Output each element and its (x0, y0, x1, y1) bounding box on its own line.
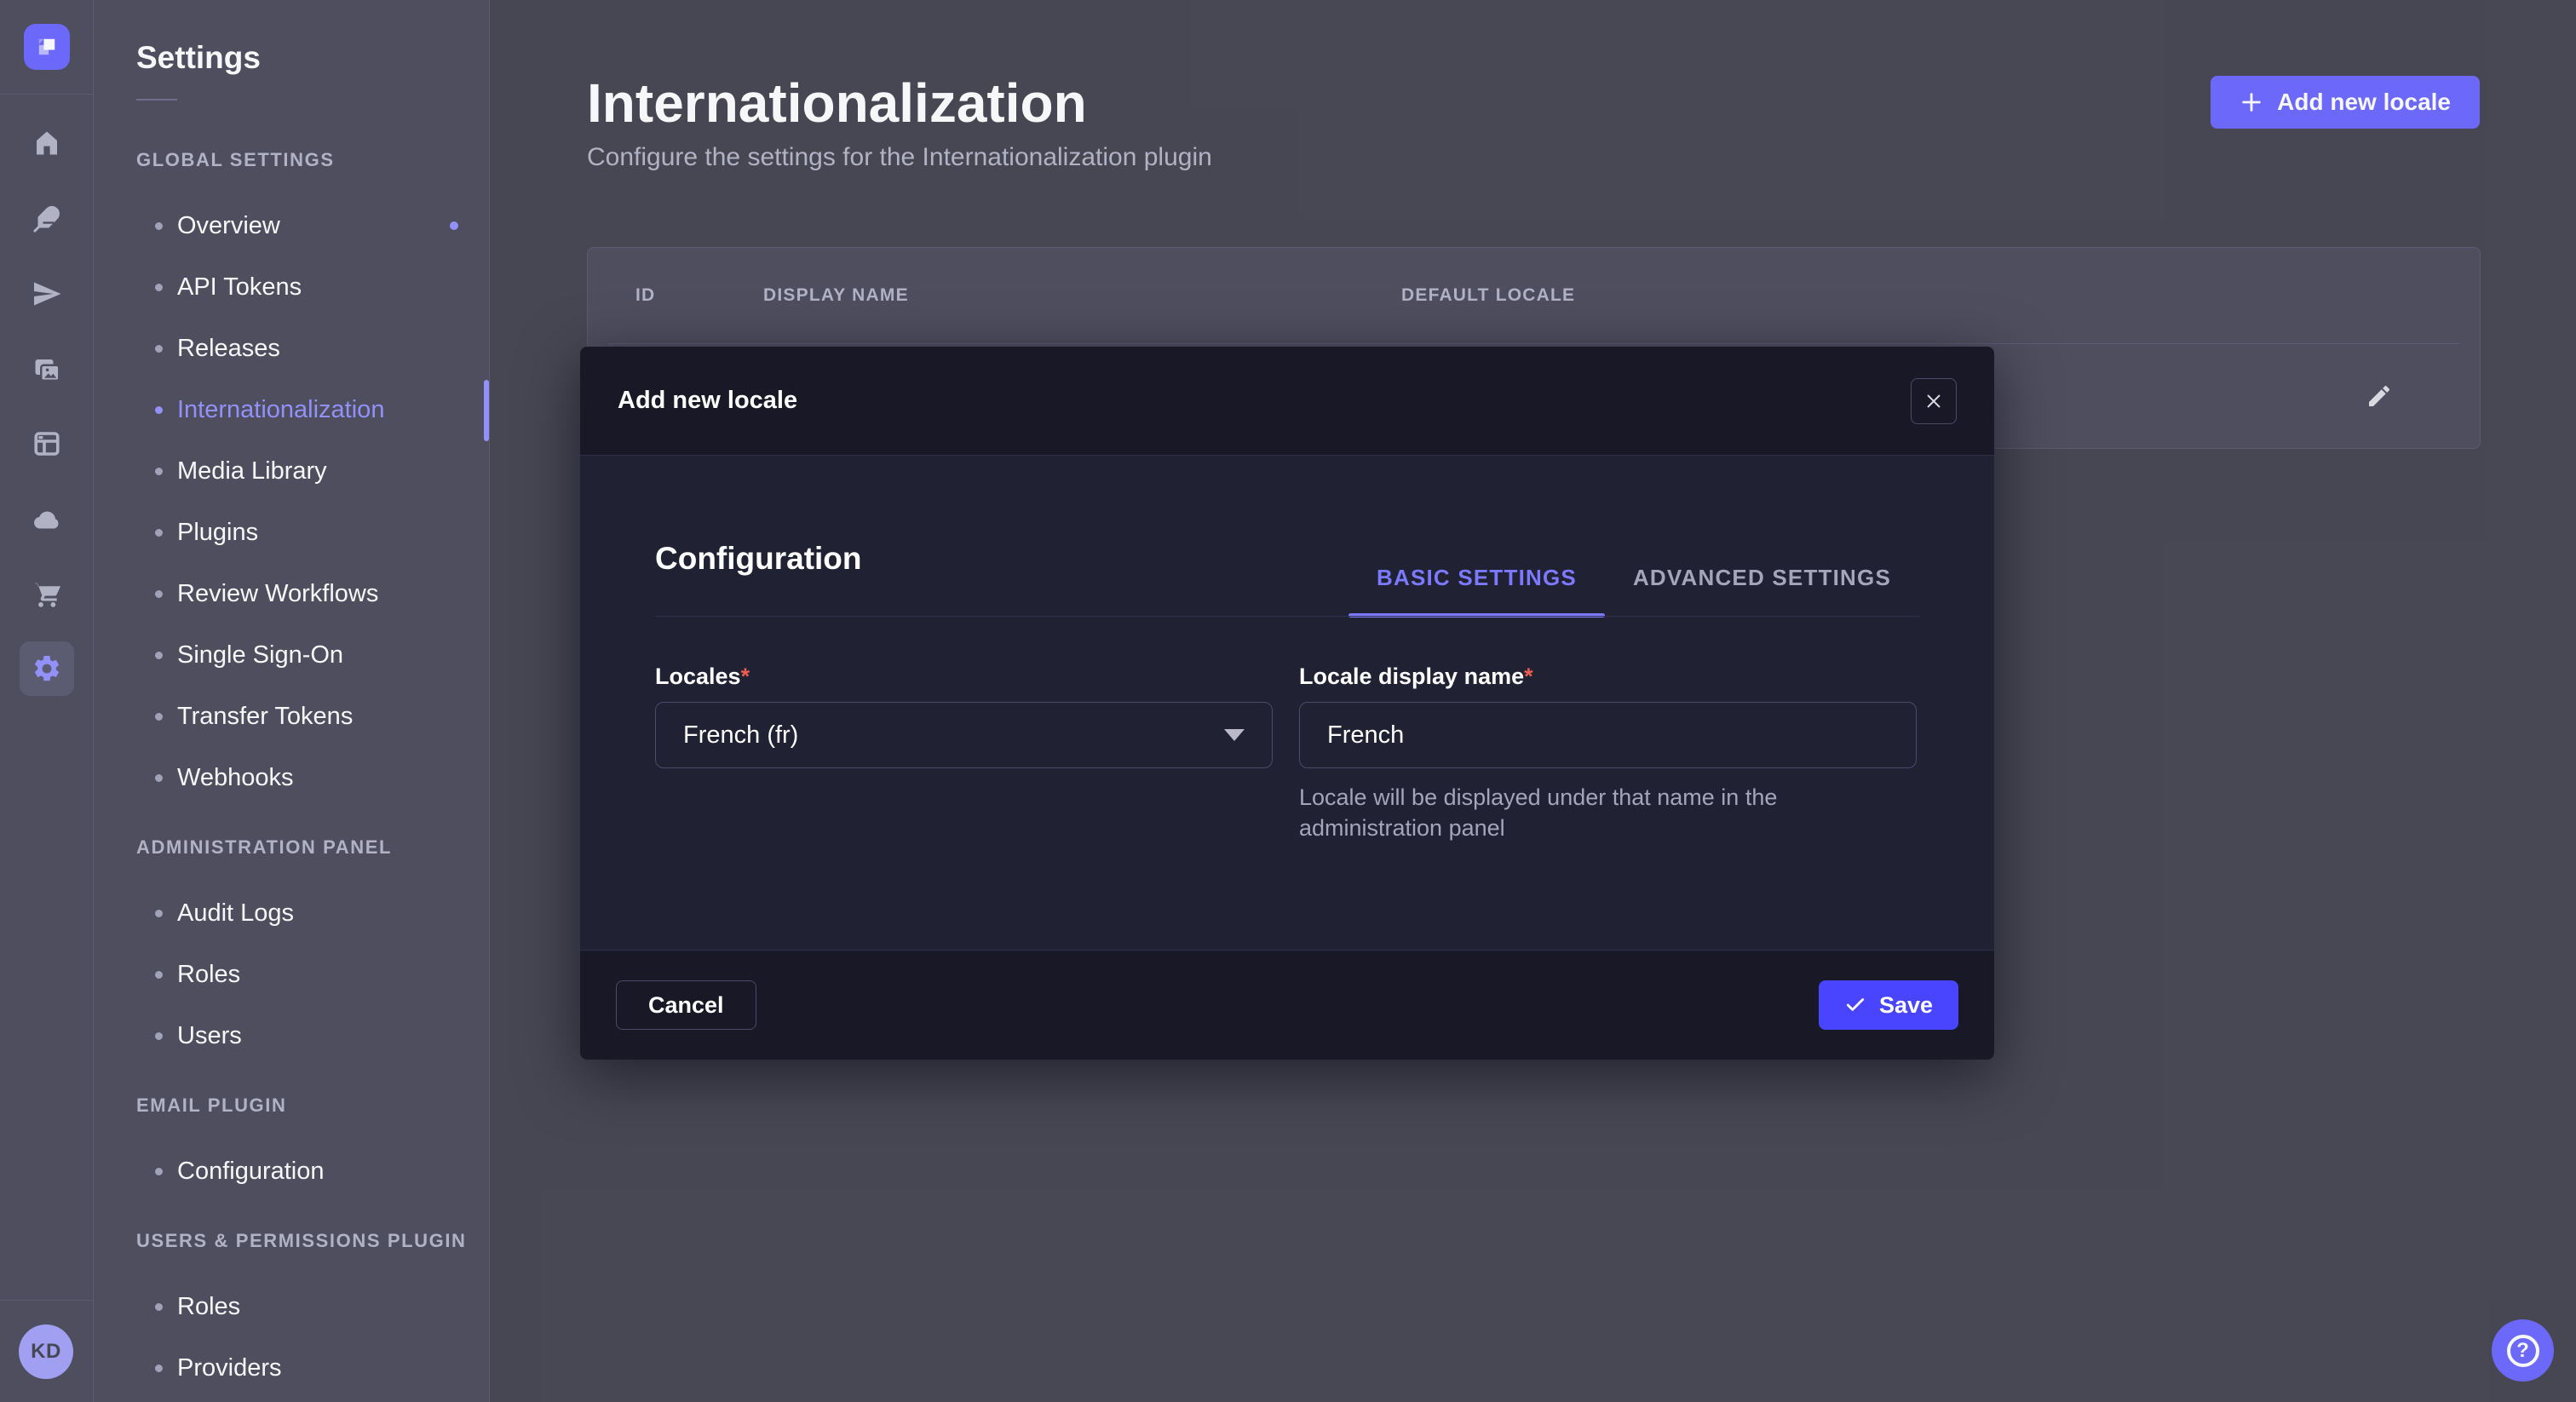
strapi-settings-screen: KD Settings GLOBAL SETTINGS Overview API… (0, 0, 2576, 1402)
locales-select[interactable]: French (fr) (655, 702, 1273, 768)
close-modal-button[interactable] (1911, 378, 1957, 424)
display-name-input[interactable] (1299, 702, 1917, 768)
locales-label: Locales* (655, 664, 1273, 690)
tabs-divider (655, 616, 1919, 617)
locales-field: Locales* French (fr) (655, 664, 1273, 843)
display-name-label: Locale display name* (1299, 664, 1917, 690)
settings-tabs: BASIC SETTINGS ADVANCED SETTINGS (1348, 539, 1919, 616)
display-name-field: Locale display name* Locale will be disp… (1299, 664, 1917, 843)
modal-body: Configuration BASIC SETTINGS ADVANCED SE… (580, 456, 1994, 950)
tab-basic-settings[interactable]: BASIC SETTINGS (1348, 539, 1605, 616)
modal-footer: Cancel Save (580, 950, 1994, 1060)
check-icon (1844, 994, 1866, 1016)
tab-advanced-settings[interactable]: ADVANCED SETTINGS (1605, 539, 1919, 616)
modal-fields: Locales* French (fr) Locale display name… (655, 664, 1917, 843)
cancel-button[interactable]: Cancel (616, 980, 756, 1030)
configuration-heading: Configuration (655, 541, 862, 577)
save-button[interactable]: Save (1819, 980, 1958, 1030)
close-icon (1924, 392, 1943, 411)
required-asterisk: * (1524, 664, 1533, 689)
required-asterisk: * (741, 664, 750, 689)
add-locale-modal: Add new locale Configuration BASIC SETTI… (580, 347, 1994, 1060)
chevron-down-icon (1224, 729, 1245, 741)
modal-header: Add new locale (580, 347, 1994, 456)
modal-title: Add new locale (618, 387, 797, 415)
display-name-helper-text: Locale will be displayed under that name… (1299, 782, 1853, 843)
